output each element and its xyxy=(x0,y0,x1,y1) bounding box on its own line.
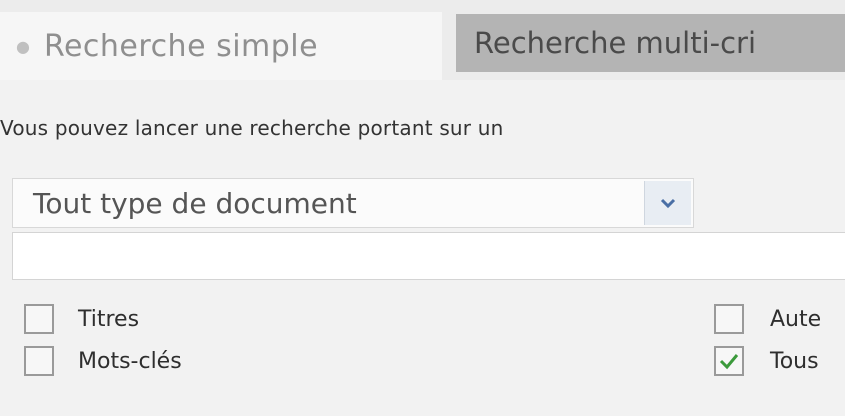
checkbox-tous[interactable] xyxy=(714,346,744,376)
option-tous[interactable]: Tous xyxy=(714,346,819,376)
tab-label: Recherche simple xyxy=(43,28,319,64)
checkbox-auteurs[interactable] xyxy=(714,304,744,334)
checkbox-label: Aute xyxy=(770,306,822,332)
intro-text: Vous pouvez lancer une recherche portant… xyxy=(0,116,504,140)
tab-simple-search[interactable]: ● Recherche simple xyxy=(0,12,442,80)
check-icon xyxy=(719,354,739,370)
option-titres[interactable]: Titres xyxy=(24,304,139,334)
select-value: Tout type de document xyxy=(33,187,357,220)
tab-bar: ● Recherche simple Recherche multi-cri xyxy=(0,0,845,80)
tab-multi-criteria-search[interactable]: Recherche multi-cri xyxy=(456,14,845,72)
select-arrow-button[interactable] xyxy=(644,181,691,225)
tab-label: Recherche multi-cri xyxy=(474,26,757,60)
option-mots-cles[interactable]: Mots-clés xyxy=(24,346,182,376)
bullet-icon: ● xyxy=(16,36,30,56)
option-auteurs[interactable]: Aute xyxy=(714,304,821,334)
checkbox-label: Tous xyxy=(770,348,819,374)
search-input[interactable] xyxy=(12,232,845,280)
document-type-select[interactable]: Tout type de document xyxy=(12,178,694,228)
checkbox-mots-cles[interactable] xyxy=(24,346,54,376)
chevron-down-icon xyxy=(660,198,676,209)
checkbox-titres[interactable] xyxy=(24,304,54,334)
checkbox-label: Titres xyxy=(78,306,140,332)
search-panel: ● Recherche simple Recherche multi-cri V… xyxy=(0,0,845,416)
checkbox-label: Mots-clés xyxy=(78,348,182,374)
